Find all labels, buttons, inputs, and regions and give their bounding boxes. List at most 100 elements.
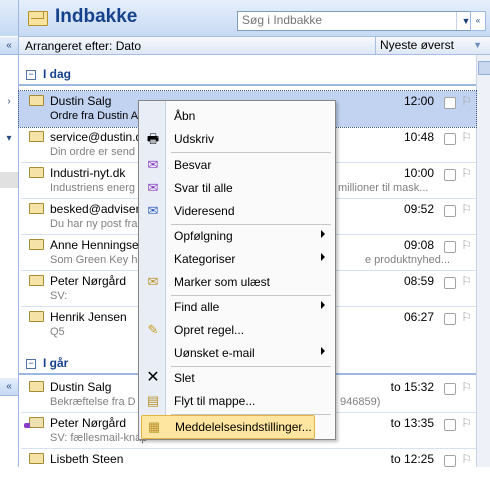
submenu-arrow-icon [321,347,325,355]
replied-envelope-icon [24,417,44,428]
message-sender: Lisbeth Steen [50,452,124,466]
menu-item-find-all[interactable]: Find alle [141,296,333,318]
message-preview: Q5 [50,326,65,338]
menu-item-mark-unread[interactable]: ✉ Marker som ulæst [141,271,333,293]
message-preview: Ordre fra Dustin A [50,110,139,122]
categorize-box[interactable] [444,383,456,395]
group-header-today[interactable]: − I dag [19,67,476,87]
group-collapse-icon[interactable]: − [26,70,36,80]
categorize-box[interactable] [444,419,456,431]
message-preview: Som Green Key ho [50,254,144,266]
menu-item-print[interactable]: 🖶 Udskriv [141,128,333,150]
message-preview: SV: [50,290,68,302]
categorize-box[interactable] [444,133,456,145]
envelope-icon [29,95,44,106]
flag-icon[interactable]: ⚐ [461,94,472,108]
folder-title: Indbakke [55,6,138,27]
sort-arrow-icon[interactable]: ▼ [473,40,482,50]
arrange-by-label[interactable]: Arrangeret efter: Dato [25,39,141,53]
move-folder-icon: ▤ [146,393,160,408]
message-sender: Dustin Salg [50,380,112,394]
message-sender: Dustin Salg [50,94,112,108]
menu-item-reply-all[interactable]: ✉ Svar til alle [141,177,333,199]
message-time: 06:27 [403,310,434,324]
categorize-box[interactable] [444,277,456,289]
menu-item-message-options[interactable]: ▦ Meddelelsesindstillinger... [141,415,315,439]
envelope-icon [29,203,44,214]
categorize-box[interactable] [444,205,456,217]
collapse-pane-icon[interactable]: « [470,11,486,31]
message-preview-tail: e produktnyhed... [365,254,451,266]
message-sender: Peter Nørgård [50,416,127,430]
envelope-icon [29,167,44,178]
message-time: 12:00 [403,94,434,108]
navigation-pane-header [0,0,18,36]
context-menu: Åbn 🖶 Udskriv ✉ Besvar ✉ Svar til alle ✉… [138,100,336,440]
flag-icon[interactable]: ⚐ [461,202,472,216]
envelope-icon [29,131,44,142]
search-box[interactable]: ▼ [237,11,476,31]
categorize-box[interactable] [444,241,456,253]
categorize-box[interactable] [444,313,456,325]
group-collapse-icon[interactable]: − [26,359,36,369]
flag-icon[interactable]: ⚐ [461,238,472,252]
flag-icon[interactable]: ⚐ [461,274,472,288]
menu-item-junk[interactable]: Uønsket e-mail [141,342,333,364]
rule-icon: ✎ [147,322,159,337]
sort-order[interactable]: Nyeste øverst [375,37,485,54]
message-time: 09:52 [403,202,434,216]
flag-icon[interactable]: ⚐ [461,416,472,430]
scroll-thumb[interactable] [478,61,490,75]
scrollbar[interactable] [476,55,490,467]
menu-item-create-rule[interactable]: ✎ Opret regel... [141,319,333,341]
categorize-box[interactable] [444,455,456,467]
categorize-box[interactable] [444,169,456,181]
menu-item-move-to-folder[interactable]: ▤ Flyt til mappe... [141,390,333,412]
flag-icon[interactable]: ⚐ [461,310,472,324]
menu-item-delete[interactable]: ✕ Slet [141,367,333,389]
message-row[interactable]: Lisbeth Steen to 12:25 ⚐ [19,449,476,485]
submenu-arrow-icon [321,253,325,261]
menu-item-forward[interactable]: ✉ Videresend [141,200,333,222]
message-preview: Bekræftelse fra D [50,396,136,408]
nav-selection [0,172,18,188]
flag-icon[interactable]: ⚐ [461,130,472,144]
message-sender: Industri-nyt.dk [50,166,126,180]
message-time: to 13:35 [390,416,434,430]
message-time: to 15:32 [390,380,434,394]
message-preview: SV: fællesmail-knap [50,432,148,444]
reply-icon: ✉ [147,157,159,172]
delete-icon: ✕ [146,369,160,386]
menu-item-followup[interactable]: Opfølgning [141,225,333,247]
flag-icon[interactable]: ⚐ [461,380,472,394]
chevron-icon[interactable]: › [0,93,18,110]
message-sender: Henrik Jensen [50,310,127,324]
collapse-icon[interactable]: « [0,378,18,396]
printer-icon: 🖶 [146,131,160,146]
envelope-icon [29,239,44,250]
dropdown-arrow-icon[interactable]: ▾ [0,130,18,147]
message-preview: Din ordre er send [50,146,135,158]
menu-item-open[interactable]: Åbn [141,105,333,127]
flag-icon[interactable]: ⚐ [461,452,472,466]
message-preview: Du har ny post fra [50,218,138,230]
message-sender: service@dustin.d [50,130,143,144]
envelope-icon [29,453,44,464]
folder-header: Indbakke ▼ « [19,0,490,37]
group-label: I dag [43,67,72,81]
collapse-up-icon[interactable]: « [0,37,18,55]
group-label: I går [43,356,69,370]
arrange-bar[interactable]: Arrangeret efter: Dato Nyeste øverst ▼ [19,37,490,55]
reply-all-icon: ✉ [147,180,159,195]
search-input[interactable] [238,12,442,28]
categorize-box[interactable] [444,97,456,109]
message-time: 10:48 [403,130,434,144]
envelope-icon [29,381,44,392]
message-preview-tail: 946859) [340,396,381,408]
message-sender: Peter Nørgård [50,274,127,288]
navigation-pane-edge: « › ▾ « [0,0,19,467]
menu-item-categorize[interactable]: Kategoriser [141,248,333,270]
flag-icon[interactable]: ⚐ [461,166,472,180]
menu-item-reply[interactable]: ✉ Besvar [141,154,333,176]
message-sender: besked@adviserin [50,202,149,216]
